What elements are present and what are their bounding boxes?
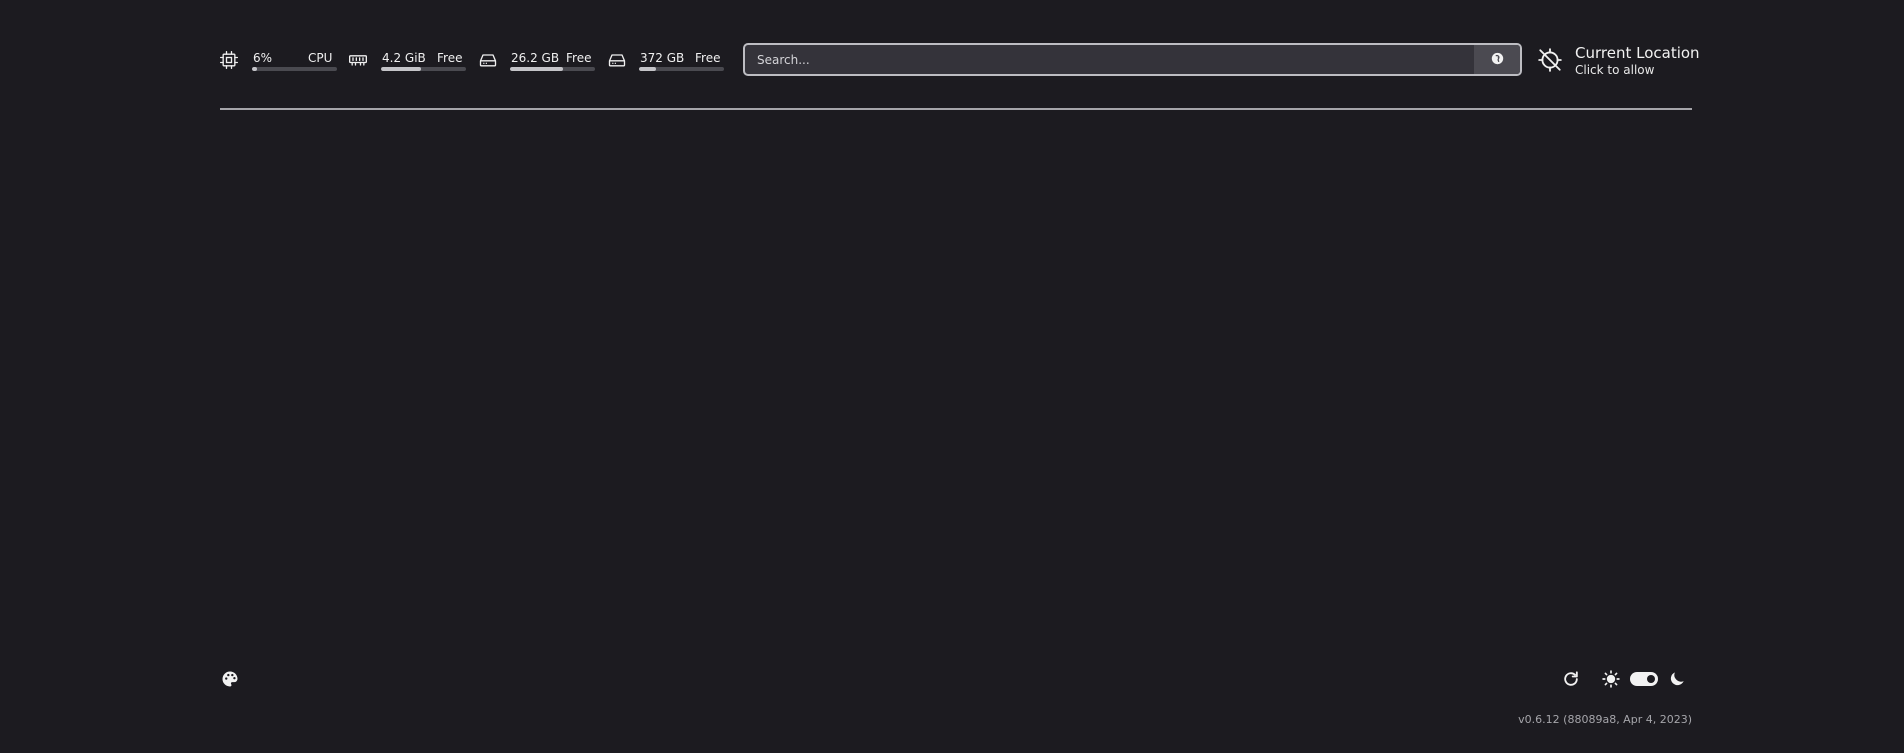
- location-permission-link[interactable]: Click to allow: [1575, 63, 1654, 78]
- search-box: [743, 43, 1522, 76]
- search-input[interactable]: [745, 45, 1476, 74]
- memory-usage-bar: [381, 67, 466, 71]
- version-info: v0.6.12 (88089a8, Apr 4, 2023): [1518, 713, 1692, 726]
- cpu-label: CPU: [308, 51, 333, 65]
- toggle-knob: [1647, 675, 1655, 683]
- disk1-free-label: Free: [566, 51, 592, 65]
- location-off-icon[interactable]: [1537, 47, 1563, 73]
- sun-icon[interactable]: [1601, 669, 1621, 689]
- disk-icon: [478, 50, 498, 70]
- cpu-icon: [219, 50, 239, 70]
- disk1-free-value: 26.2 GB: [511, 51, 560, 65]
- location-title[interactable]: Current Location: [1575, 44, 1700, 62]
- disk2-free-label: Free: [695, 51, 721, 65]
- moon-icon[interactable]: [1667, 669, 1687, 689]
- cpu-usage-bar: [252, 67, 337, 71]
- cpu-usage-value: 6%: [253, 51, 273, 65]
- disk2-usage-bar-fill: [639, 67, 656, 71]
- disk1-usage-bar: [510, 67, 595, 71]
- cpu-usage-bar-fill: [252, 67, 258, 71]
- header-divider: [220, 108, 1692, 110]
- memory-usage-bar-fill: [381, 67, 421, 71]
- palette-icon[interactable]: [220, 669, 240, 689]
- memory-icon: [348, 50, 368, 70]
- refresh-icon[interactable]: [1561, 669, 1581, 689]
- dark-mode-toggle[interactable]: [1630, 672, 1658, 686]
- memory-free-label: Free: [437, 51, 463, 65]
- duckduckgo-icon: [1491, 50, 1504, 69]
- dashboard: 6% CPU 4.2 GiB Free 26.2 GB Free 372 GB: [0, 0, 1904, 753]
- disk2-usage-bar: [639, 67, 724, 71]
- disk-icon: [607, 50, 627, 70]
- disk2-free-value: 372 GB: [640, 51, 685, 65]
- disk1-usage-bar-fill: [510, 67, 563, 71]
- search-engine-button[interactable]: [1474, 45, 1520, 74]
- memory-free-value: 4.2 GiB: [382, 51, 426, 65]
